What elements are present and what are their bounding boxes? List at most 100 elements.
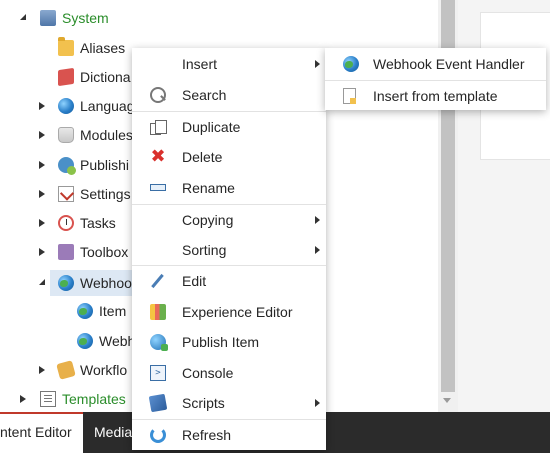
tab-media-label[interactable]: Media [94,424,132,440]
submenu-arrow-icon [315,60,320,68]
tree-node-label: Webhoo [80,275,132,291]
menu-item-label: Copying [182,212,234,228]
tree-node-label: Tasks [80,215,116,231]
tree-node-toolbox[interactable]: Toolbox [37,241,128,263]
webhook-icon [58,275,74,291]
tree-node-webhook-child[interactable]: Webh [77,330,135,352]
publishing-icon [58,157,76,175]
tree-node-templates[interactable]: Templates [18,388,126,410]
expand-arrow-icon[interactable] [37,247,47,257]
tree-node-dictionary[interactable]: Dictiona [58,66,131,88]
menu-item-publish-item[interactable]: Publish Item [132,327,326,357]
menu-item-label: Insert [182,56,218,72]
menu-item-edit[interactable]: Edit [132,266,326,296]
tree-node-label: Aliases [80,40,126,56]
menu-item-label: Insert from template [373,88,498,104]
menu-item-label: Sorting [182,242,227,258]
webhook-item-icon [77,303,93,319]
system-icon [40,10,56,26]
menu-item-search[interactable]: Search [132,80,326,110]
menu-item-label: Delete [182,149,223,165]
template-page-icon [343,88,356,104]
expand-arrow-icon[interactable] [37,130,47,140]
expand-arrow-icon[interactable] [37,101,47,111]
tree-node-publishing[interactable]: Publishi [37,154,129,176]
menu-item-label: Search [182,87,227,103]
scripts-icon [148,393,168,413]
menu-item-rename[interactable]: Rename [132,173,326,203]
tree-node-label: Publishi [80,157,130,173]
menu-item-label: Scripts [182,395,225,411]
menu-item-label: Publish Item [182,334,260,350]
collapse-arrow-icon[interactable] [37,278,47,288]
expand-arrow-icon[interactable] [18,394,28,404]
templates-icon [40,391,56,407]
menu-item-label: Experience Editor [182,304,293,320]
tree-node-label: Templates [62,391,126,407]
menu-item-copying[interactable]: Copying [132,205,326,235]
tree-node-label: System [62,10,109,26]
duplicate-icon [150,120,167,135]
menu-item-duplicate[interactable]: Duplicate [132,112,326,142]
collapse-arrow-icon[interactable] [18,13,28,23]
menu-item-label: Console [182,365,234,381]
publish-icon [150,334,168,351]
tree-node-modules[interactable]: Modules [37,124,133,146]
tree-node-system[interactable]: System [0,7,109,29]
expand-arrow-icon[interactable] [37,189,47,199]
refresh-icon [150,427,166,443]
menu-item-label: Edit [182,273,207,289]
edit-pencil-icon [151,273,164,289]
submenu-item-webhook-event-handler[interactable]: Webhook Event Handler [325,49,546,79]
menu-item-label: Refresh [182,427,232,443]
tree-node-webhooks[interactable]: Webhoo [37,272,132,294]
menu-item-console[interactable]: > Console [132,358,326,388]
submenu-item-insert-from-template[interactable]: Insert from template [325,81,546,111]
menu-item-label: Webhook Event Handler [373,56,525,72]
submenu-arrow-icon [315,399,320,407]
settings-icon [58,186,74,202]
tree-node-workflows[interactable]: Workflo [37,359,127,381]
menu-item-scripts[interactable]: Scripts [132,388,326,418]
tree-node-languages[interactable]: Languag [37,95,135,117]
menu-item-refresh[interactable]: Refresh [132,420,326,450]
tree-node-item[interactable]: Item [77,300,126,322]
tab-content-editor-label: ntent Editor [0,424,72,440]
tree-node-label: Modules [80,127,133,143]
console-icon: > [150,365,166,381]
book-icon [58,67,74,87]
tree-node-label: Item [99,303,127,319]
submenu-arrow-icon [315,246,320,254]
tree-node-label: Languag [80,98,135,114]
scroll-down-arrow-icon[interactable] [443,398,451,403]
languages-icon [58,98,74,114]
menu-item-sorting[interactable]: Sorting [132,235,326,265]
rename-icon [150,184,166,191]
tree-node-aliases[interactable]: Aliases [58,37,125,59]
insert-submenu: Webhook Event Handler Insert from templa… [325,48,546,110]
modules-icon [58,127,74,143]
search-icon [150,87,166,103]
menu-item-delete[interactable]: ✖ Delete [132,142,326,172]
context-menu: Insert Search Duplicate ✖ Delete Rename … [132,48,326,450]
clock-icon [58,215,74,231]
toolbox-icon [58,244,74,260]
expand-arrow-icon[interactable] [37,160,47,170]
submenu-arrow-icon [315,216,320,224]
menu-item-experience-editor[interactable]: Experience Editor [132,297,326,327]
webhook-item-icon [77,333,93,349]
folder-icon [58,37,74,56]
tree-node-settings[interactable]: Settings [37,183,131,205]
expand-arrow-icon[interactable] [37,365,47,375]
tree-node-label: Settings [80,186,131,202]
delete-icon: ✖ [150,146,166,167]
tree-node-label: Dictiona [80,69,131,85]
expand-arrow-icon[interactable] [37,218,47,228]
tree-node-label: Workflo [80,362,128,378]
menu-item-insert[interactable]: Insert [132,49,326,79]
menu-item-label: Duplicate [182,119,241,135]
menu-item-label: Rename [182,180,235,196]
experience-editor-icon [150,304,166,320]
tree-node-tasks[interactable]: Tasks [37,212,116,234]
workflow-icon [56,360,76,380]
